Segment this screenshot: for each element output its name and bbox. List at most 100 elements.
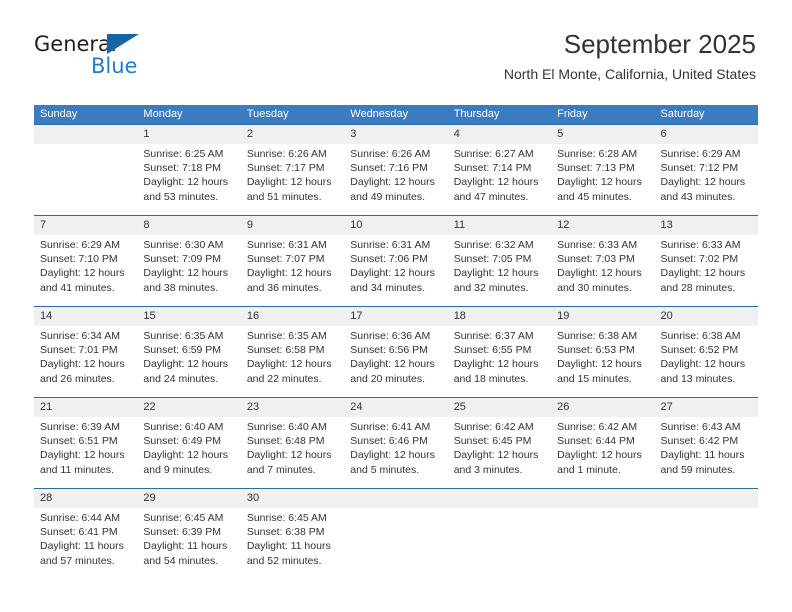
weekday-header-friday: Friday	[557, 108, 588, 120]
daylight-text-line1: Daylight: 12 hours	[246, 176, 332, 189]
day-cell[interactable]: Sunrise: 6:39 AM Sunset: 6:51 PM Dayligh…	[34, 417, 137, 488]
sunrise-text: Sunrise: 6:42 AM	[557, 421, 638, 433]
daylight-text-line2: and 43 minutes.	[660, 190, 736, 203]
day-cell[interactable]: Sunrise: 6:44 AM Sunset: 6:41 PM Dayligh…	[34, 508, 137, 579]
sunrise-text: Sunrise: 6:33 AM	[557, 239, 638, 251]
daylight-text-line1: Daylight: 12 hours	[143, 449, 229, 462]
daylight-text-line1: Daylight: 12 hours	[660, 358, 746, 371]
daylight-text-line1: Daylight: 12 hours	[453, 267, 539, 280]
day-cell[interactable]: Sunrise: 6:33 AM Sunset: 7:03 PM Dayligh…	[551, 235, 654, 306]
daylight-text-line2: and 36 minutes.	[246, 281, 322, 294]
day-cell[interactable]: Sunrise: 6:34 AM Sunset: 7:01 PM Dayligh…	[34, 326, 137, 397]
daylight-text-line2: and 13 minutes.	[660, 372, 736, 385]
daylight-text-line2: and 34 minutes.	[350, 281, 425, 294]
sunrise-text: Sunrise: 6:43 AM	[660, 421, 741, 433]
daylight-text-line1: Daylight: 11 hours	[40, 540, 124, 553]
day-number	[34, 125, 137, 144]
day-number: 9	[246, 219, 253, 231]
day-cell[interactable]: Sunrise: 6:25 AM Sunset: 7:18 PM Dayligh…	[137, 144, 240, 215]
day-cell[interactable]: Sunrise: 6:41 AM Sunset: 6:46 PM Dayligh…	[344, 417, 447, 488]
day-cell[interactable]	[34, 144, 137, 215]
daylight-text-line2: and 20 minutes.	[350, 372, 425, 385]
day-number	[551, 489, 654, 508]
weekday-header-wednesday: Wednesday	[350, 108, 409, 120]
day-number-row: 7 8 9 10 11 12 13	[34, 216, 758, 235]
day-cell[interactable]: Sunrise: 6:40 AM Sunset: 6:49 PM Dayligh…	[137, 417, 240, 488]
sunrise-text: Sunrise: 6:42 AM	[453, 421, 534, 433]
day-number: 1	[143, 128, 150, 140]
daylight-text-line1: Daylight: 11 hours	[143, 540, 228, 553]
day-cell[interactable]: Sunrise: 6:37 AM Sunset: 6:55 PM Dayligh…	[448, 326, 551, 397]
sunrise-text: Sunrise: 6:39 AM	[40, 421, 120, 433]
sunset-text: Sunset: 6:48 PM	[246, 435, 325, 448]
day-cell[interactable]: Sunrise: 6:36 AM Sunset: 6:56 PM Dayligh…	[344, 326, 447, 397]
calendar-grid: Sunday Monday Tuesday Wednesday Thursday…	[34, 105, 758, 579]
daylight-text-line2: and 51 minutes.	[246, 190, 322, 203]
day-cell[interactable]: Sunrise: 6:31 AM Sunset: 7:06 PM Dayligh…	[344, 235, 447, 306]
daylight-text-line2: and 52 minutes.	[246, 554, 322, 567]
day-cell[interactable]	[551, 508, 654, 579]
day-number: 8	[143, 219, 150, 231]
sunset-text: Sunset: 6:39 PM	[143, 526, 222, 539]
day-cell[interactable]: Sunrise: 6:43 AM Sunset: 6:42 PM Dayligh…	[655, 417, 758, 488]
day-cell[interactable]: Sunrise: 6:42 AM Sunset: 6:45 PM Dayligh…	[448, 417, 551, 488]
day-cell[interactable]: Sunrise: 6:26 AM Sunset: 7:17 PM Dayligh…	[241, 144, 344, 215]
sunrise-text: Sunrise: 6:27 AM	[453, 148, 534, 160]
day-cell[interactable]: Sunrise: 6:30 AM Sunset: 7:09 PM Dayligh…	[137, 235, 240, 306]
sunset-text: Sunset: 6:58 PM	[246, 344, 325, 357]
sunset-text: Sunset: 7:14 PM	[453, 162, 532, 175]
daylight-text-line2: and 49 minutes.	[350, 190, 425, 203]
day-cell[interactable]: Sunrise: 6:38 AM Sunset: 6:53 PM Dayligh…	[551, 326, 654, 397]
day-cell[interactable]: Sunrise: 6:26 AM Sunset: 7:16 PM Dayligh…	[344, 144, 447, 215]
calendar-week-row: 7 8 9 10 11 12 13 Sunrise: 6:29 AM Sunse…	[34, 215, 758, 306]
day-number: 15	[143, 310, 156, 322]
sunset-text: Sunset: 7:18 PM	[143, 162, 222, 175]
daylight-text-line2: and 24 minutes.	[143, 372, 219, 385]
day-cell[interactable]: Sunrise: 6:35 AM Sunset: 6:59 PM Dayligh…	[137, 326, 240, 397]
daylight-text-line2: and 57 minutes.	[40, 554, 115, 567]
day-cell[interactable]	[344, 508, 447, 579]
day-cell[interactable]: Sunrise: 6:45 AM Sunset: 6:39 PM Dayligh…	[137, 508, 240, 579]
sunrise-text: Sunrise: 6:31 AM	[246, 239, 327, 251]
day-cell[interactable]: Sunrise: 6:33 AM Sunset: 7:02 PM Dayligh…	[655, 235, 758, 306]
daylight-text-line2: and 54 minutes.	[143, 554, 219, 567]
day-cell[interactable]: Sunrise: 6:38 AM Sunset: 6:52 PM Dayligh…	[655, 326, 758, 397]
daylight-text-line2: and 28 minutes.	[660, 281, 736, 294]
daylight-text-line2: and 26 minutes.	[40, 372, 115, 385]
daylight-text-line2: and 38 minutes.	[143, 281, 219, 294]
weekday-header-row: Sunday Monday Tuesday Wednesday Thursday…	[34, 105, 758, 124]
day-cell[interactable]: Sunrise: 6:32 AM Sunset: 7:05 PM Dayligh…	[448, 235, 551, 306]
day-cell[interactable]	[655, 508, 758, 579]
day-cell[interactable]: Sunrise: 6:35 AM Sunset: 6:58 PM Dayligh…	[241, 326, 344, 397]
sunrise-text: Sunrise: 6:25 AM	[143, 148, 224, 160]
day-cell[interactable]: Sunrise: 6:27 AM Sunset: 7:14 PM Dayligh…	[448, 144, 551, 215]
daylight-text-line2: and 9 minutes.	[143, 463, 213, 476]
daylight-text-line2: and 11 minutes.	[40, 463, 114, 476]
day-cell[interactable]: Sunrise: 6:45 AM Sunset: 6:38 PM Dayligh…	[241, 508, 344, 579]
sunset-text: Sunset: 7:09 PM	[143, 253, 222, 266]
weekday-header-tuesday: Tuesday	[246, 108, 289, 120]
sunset-text: Sunset: 6:51 PM	[40, 435, 118, 448]
day-cell[interactable]: Sunrise: 6:40 AM Sunset: 6:48 PM Dayligh…	[241, 417, 344, 488]
weekday-header-thursday: Thursday	[453, 108, 500, 120]
day-cell[interactable]: Sunrise: 6:42 AM Sunset: 6:44 PM Dayligh…	[551, 417, 654, 488]
daylight-text-line1: Daylight: 12 hours	[350, 267, 435, 280]
day-cell[interactable]: Sunrise: 6:29 AM Sunset: 7:10 PM Dayligh…	[34, 235, 137, 306]
day-number: 10	[350, 219, 363, 231]
daylight-text-line1: Daylight: 12 hours	[350, 176, 435, 189]
daylight-text-line1: Daylight: 12 hours	[246, 358, 332, 371]
day-cell[interactable]: Sunrise: 6:31 AM Sunset: 7:07 PM Dayligh…	[241, 235, 344, 306]
day-cell[interactable]: Sunrise: 6:29 AM Sunset: 7:12 PM Dayligh…	[655, 144, 758, 215]
sunrise-text: Sunrise: 6:32 AM	[453, 239, 534, 251]
day-cell[interactable]: Sunrise: 6:28 AM Sunset: 7:13 PM Dayligh…	[551, 144, 654, 215]
sunset-text: Sunset: 7:17 PM	[246, 162, 325, 175]
day-number: 23	[246, 401, 260, 413]
sunrise-text: Sunrise: 6:37 AM	[453, 330, 534, 342]
day-number: 28	[40, 492, 53, 504]
daylight-text-line2: and 18 minutes.	[453, 372, 529, 385]
daylight-text-line2: and 30 minutes.	[557, 281, 632, 294]
sunrise-text: Sunrise: 6:28 AM	[557, 148, 638, 160]
daylight-text-line1: Daylight: 12 hours	[557, 176, 642, 189]
day-cell[interactable]	[448, 508, 551, 579]
brand-logo[interactable]: General Blue	[34, 32, 254, 82]
